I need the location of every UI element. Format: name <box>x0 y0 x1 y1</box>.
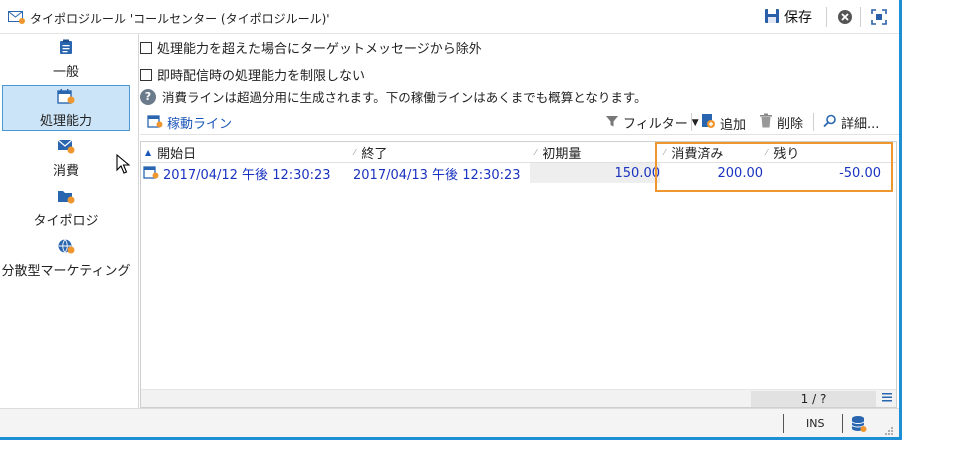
main-panel: 処理能力を超えた場合にターゲットメッセージから除外 即時配信時の処理能力を制限し… <box>140 34 899 408</box>
clipboard-icon <box>59 39 73 58</box>
column-label: 終了 <box>361 147 388 162</box>
table-row[interactable]: 2017/04/12 午後 12:30:23 2017/04/13 午後 12:… <box>141 163 896 183</box>
no-limit-instant-checkbox[interactable] <box>140 68 152 81</box>
column-label: 消費済み <box>671 147 724 162</box>
column-header-initial[interactable]: ⁄ 初期量 <box>533 142 581 163</box>
calendar-capacity-icon <box>143 164 159 183</box>
column-label: 初期量 <box>542 147 582 162</box>
title-bar: タイポロジルール 'コールセンター (タイポロジルール)' 保存 <box>0 0 899 34</box>
filter-button[interactable]: フィルター ▼ <box>605 113 699 132</box>
sidebar-item-distributed-marketing[interactable]: 分散型マーケティング <box>2 235 130 281</box>
cell-start: 2017/04/12 午後 12:30:23 <box>143 163 348 183</box>
column-resize-icon: ⁄ <box>535 148 537 157</box>
add-doc-icon <box>700 113 716 133</box>
status-divider <box>842 414 843 433</box>
column-header-end[interactable]: ⁄ 終了 <box>352 142 387 163</box>
column-label: 残り <box>773 147 800 162</box>
maximize-icon[interactable] <box>871 9 887 28</box>
no-limit-instant-option[interactable]: 即時配信時の処理能力を制限しない <box>140 65 365 84</box>
grid-footer: 1 / ? <box>141 389 896 407</box>
magnifier-icon <box>823 114 837 132</box>
no-limit-instant-label: 即時配信時の処理能力を制限しない <box>157 69 366 84</box>
toolbar-divider <box>826 7 827 27</box>
cell-remaining: -50.00 <box>763 163 881 183</box>
add-button[interactable]: 追加 <box>700 113 746 133</box>
resize-grip-icon[interactable] <box>884 425 894 439</box>
sidebar-item-consumption[interactable]: 消費 <box>2 135 130 181</box>
toolbar-divider <box>860 7 861 27</box>
start-date-value: 2017/04/12 午後 12:30:23 <box>163 167 331 183</box>
schedule-lines-label: 稼動ライン <box>167 117 233 132</box>
exclude-target-checkbox[interactable] <box>140 41 152 54</box>
schedule-lines-link[interactable]: 稼動ライン <box>147 113 232 132</box>
envelope-star-icon <box>57 138 75 157</box>
exclude-target-label: 処理能力を超えた場合にターゲットメッセージから除外 <box>157 42 482 57</box>
funnel-icon <box>605 114 619 132</box>
cell-end: 2017/04/13 午後 12:30:23 <box>353 163 529 183</box>
sidebar-item-general[interactable]: 一般 <box>2 36 130 82</box>
close-icon[interactable] <box>837 9 853 28</box>
page-indicator: 1 / ? <box>751 391 876 407</box>
list-menu-icon[interactable] <box>881 391 893 406</box>
delete-button[interactable]: 削除 <box>759 113 803 132</box>
column-resize-icon: ⁄ <box>664 148 666 157</box>
grid-toolbar: 稼動ライン フィルター ▼ 追加 削除 詳細... <box>140 109 899 135</box>
toolbar-divider <box>691 113 692 131</box>
column-resize-icon: ⁄ <box>766 148 768 157</box>
sidebar-item-label: 消費 <box>52 163 79 179</box>
capacity-grid: ▲ 開始日 ⁄ 終了 ⁄ 初期量 ⁄ 消費済み ⁄ 残り 2017/04/12 … <box>140 141 897 408</box>
info-text: 消費ラインは超過分用に生成されます。下の稼働ラインはあくまでも概算となります。 <box>162 90 647 105</box>
sidebar-item-typology[interactable]: タイポロジ <box>2 185 130 231</box>
dropdown-caret-icon: ▼ <box>691 117 699 128</box>
sidebar-item-label: 分散型マーケティング <box>1 263 131 279</box>
save-label: 保存 <box>784 10 812 26</box>
add-label: 追加 <box>720 117 747 133</box>
mouse-cursor-icon <box>116 153 131 177</box>
consumed-value: 200.00 <box>717 165 764 181</box>
globe-people-icon <box>57 238 75 257</box>
insert-mode-indicator: INS <box>806 417 825 430</box>
cell-consumed: 200.00 <box>660 163 764 183</box>
filter-label: フィルター <box>623 117 688 132</box>
initial-value: 150.00 <box>614 165 661 181</box>
remaining-value: -50.00 <box>839 165 881 181</box>
column-header-consumed[interactable]: ⁄ 消費済み <box>662 142 723 163</box>
envelope-rule-icon <box>8 10 26 27</box>
sidebar-item-label: 処理能力 <box>39 113 92 129</box>
floppy-disk-icon <box>764 8 780 27</box>
grid-header: ▲ 開始日 ⁄ 終了 ⁄ 初期量 ⁄ 消費済み ⁄ 残り <box>141 142 896 163</box>
folder-star-icon <box>57 188 75 207</box>
column-label: 開始日 <box>157 147 197 162</box>
toolbar-divider <box>813 113 814 131</box>
typology-rule-window: タイポロジルール 'コールセンター (タイポロジルール)' 保存 一般 処理能力… <box>0 0 902 440</box>
info-message: ? 消費ラインは超過分用に生成されます。下の稼働ラインはあくまでも概算となります… <box>140 87 647 106</box>
column-header-remaining[interactable]: ⁄ 残り <box>764 142 799 163</box>
cell-initial: 150.00 <box>530 163 660 183</box>
calendar-capacity-icon <box>57 88 75 107</box>
sidebar-item-label: 一般 <box>52 64 79 80</box>
end-date-value: 2017/04/13 午後 12:30:23 <box>353 167 521 183</box>
sidebar: 一般 処理能力 消費 タイポロジ 分散型マーケティング <box>0 34 139 408</box>
database-icon[interactable] <box>851 415 867 436</box>
calendar-capacity-icon <box>147 113 163 132</box>
column-resize-icon: ⁄ <box>354 148 356 157</box>
save-button[interactable]: 保存 <box>764 6 812 28</box>
exclude-target-option[interactable]: 処理能力を超えた場合にターゲットメッセージから除外 <box>140 38 482 57</box>
window-title: タイポロジルール 'コールセンター (タイポロジルール)' <box>30 12 330 26</box>
column-header-start[interactable]: ▲ 開始日 <box>143 142 196 163</box>
sort-ascending-icon: ▲ <box>145 148 152 157</box>
detail-button[interactable]: 詳細... <box>823 113 879 132</box>
status-divider <box>783 414 784 433</box>
status-bar: INS <box>0 408 899 437</box>
sidebar-item-capacity[interactable]: 処理能力 <box>2 85 130 131</box>
help-icon: ? <box>140 88 156 105</box>
detail-label: 詳細... <box>841 117 880 132</box>
trash-icon <box>759 113 773 132</box>
sidebar-item-label: タイポロジ <box>33 213 99 229</box>
delete-label: 削除 <box>777 117 804 132</box>
